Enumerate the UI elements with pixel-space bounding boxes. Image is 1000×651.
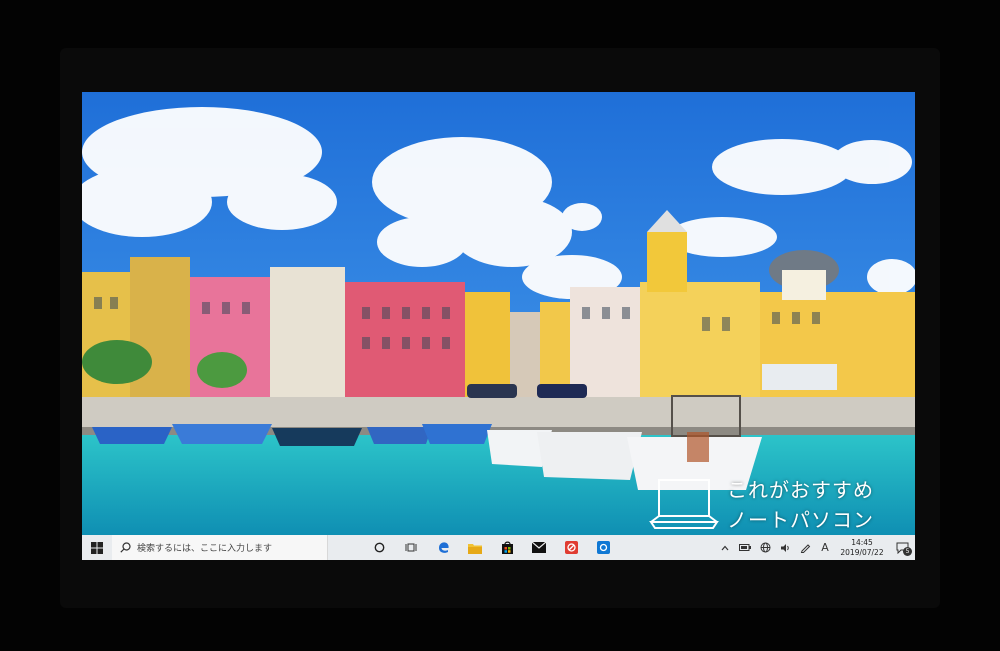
taskbar-store[interactable] <box>491 535 523 560</box>
battery-icon <box>739 544 751 551</box>
taskbar-file-explorer[interactable] <box>459 535 491 560</box>
action-center-button[interactable]: 5 <box>889 535 915 560</box>
watermark-line1: これがおすすめ <box>727 478 874 502</box>
search-placeholder: 検索するには、ここに入力します <box>137 544 273 554</box>
network-button[interactable] <box>755 535 775 560</box>
edge-icon <box>438 542 449 553</box>
office-icon <box>564 541 578 554</box>
pen-button[interactable] <box>795 535 815 560</box>
start-button[interactable] <box>82 535 112 560</box>
ime-indicator[interactable]: A <box>815 535 835 560</box>
laptop-logo-icon <box>649 479 719 529</box>
outlook-icon <box>596 541 610 554</box>
taskbar-clock[interactable]: 14:45 2019/07/22 <box>835 538 889 558</box>
clock-date: 2019/07/22 <box>840 547 884 557</box>
globe-icon <box>760 542 770 553</box>
mail-icon <box>532 542 546 553</box>
taskbar: 検索するには、ここに入力します A 14:45 2019/07/22 5 <box>82 535 915 560</box>
taskbar-search-box[interactable]: 検索するには、ここに入力します <box>112 535 328 560</box>
cortana-icon <box>374 542 384 553</box>
search-icon <box>120 542 131 553</box>
taskbar-outlook[interactable] <box>587 535 619 560</box>
taskbar-office[interactable] <box>555 535 587 560</box>
volume-button[interactable] <box>775 535 795 560</box>
task-view-icon <box>405 543 417 552</box>
watermark-line2: ノートパソコン <box>727 508 874 532</box>
system-tray: A 14:45 2019/07/22 5 <box>715 535 915 560</box>
clock-time: 14:45 <box>851 537 873 547</box>
desktop-screen: これがおすすめ ノートパソコン 検索するには、ここに入力します A 14:45 … <box>82 92 915 560</box>
file-explorer-icon <box>468 543 482 554</box>
store-icon <box>501 541 513 554</box>
show-hidden-icons[interactable] <box>715 535 735 560</box>
windows-logo-icon <box>91 541 103 554</box>
taskbar-mail[interactable] <box>523 535 555 560</box>
taskbar-edge[interactable] <box>427 535 459 560</box>
desktop-wallpaper <box>82 92 915 535</box>
speaker-icon <box>780 543 789 552</box>
pen-icon <box>800 544 810 553</box>
battery-button[interactable] <box>735 535 755 560</box>
brand-watermark: これがおすすめ ノートパソコン <box>627 474 897 534</box>
task-view-button[interactable] <box>395 535 427 560</box>
photo-background: これがおすすめ ノートパソコン 検索するには、ここに入力します A 14:45 … <box>0 0 1000 651</box>
notification-count-badge: 5 <box>903 547 912 556</box>
chevron-up-icon <box>721 545 729 550</box>
cortana-button[interactable] <box>363 535 395 560</box>
